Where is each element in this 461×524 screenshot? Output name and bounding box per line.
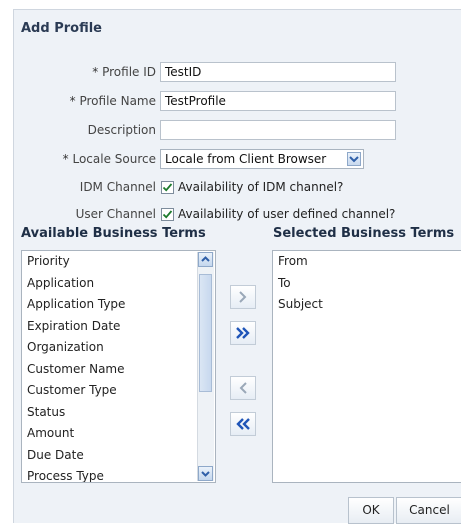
required-mark: * [62, 152, 69, 166]
list-item[interactable]: To [273, 273, 461, 295]
remove-all-button[interactable] [230, 412, 256, 436]
list-item[interactable]: Amount [22, 423, 215, 445]
available-terms-title: Available Business Terms [21, 226, 206, 241]
selected-terms-list[interactable]: From To Subject [272, 250, 461, 483]
user-channel-checkbox-label: Availability of user defined channel? [178, 207, 396, 221]
list-item[interactable]: Application [22, 273, 215, 295]
profile-name-field[interactable]: TestProfile [160, 91, 396, 111]
profile-name-label: * Profile Name [70, 94, 156, 108]
scroll-down-icon[interactable] [198, 466, 213, 481]
chevron-down-icon[interactable] [347, 152, 361, 166]
single-left-chevron-icon [239, 382, 247, 394]
single-right-chevron-icon [239, 291, 247, 303]
user-channel-checkbox[interactable] [161, 208, 174, 221]
user-channel-label: User Channel [75, 207, 156, 221]
move-selected-button[interactable] [230, 285, 256, 309]
locale-source-select[interactable]: Locale from Client Browser [160, 149, 364, 169]
profile-id-label: * Profile ID [92, 65, 156, 79]
profile-name-label-text: Profile Name [79, 94, 156, 108]
idm-channel-checkbox[interactable] [161, 181, 174, 194]
remove-selected-button[interactable] [230, 376, 256, 400]
list-item[interactable]: Due Date [22, 445, 215, 467]
selected-items: From To Subject [273, 251, 461, 316]
list-item[interactable]: Organization [22, 337, 215, 359]
double-left-chevron-icon [236, 418, 250, 430]
dialog-title: Add Profile [21, 21, 102, 36]
checkmark-icon [162, 210, 173, 219]
description-label: Description [87, 123, 156, 137]
list-item[interactable]: Customer Type [22, 380, 215, 402]
required-mark: * [69, 94, 76, 108]
locale-source-value: Locale from Client Browser [165, 152, 327, 166]
dialog-footer: OK Cancel [14, 497, 461, 524]
available-list-scrollbar[interactable] [197, 252, 214, 481]
list-item[interactable]: Expiration Date [22, 316, 215, 338]
locale-source-label: * Locale Source [63, 152, 156, 166]
list-item[interactable]: Status [22, 402, 215, 424]
double-right-chevron-icon [236, 327, 250, 339]
move-all-button[interactable] [230, 321, 256, 345]
idm-channel-checkbox-label: Availability of IDM channel? [178, 180, 344, 194]
scrollbar-thumb[interactable] [199, 274, 212, 392]
description-field[interactable] [160, 120, 396, 140]
selected-terms-title: Selected Business Terms [273, 226, 455, 241]
available-terms-list[interactable]: Priority Application Application Type Expir… [21, 250, 216, 483]
add-profile-dialog: Add Profile * Profile ID TestID * Profil… [13, 9, 461, 524]
ok-button[interactable]: OK [348, 497, 394, 524]
profile-id-field[interactable]: TestID [160, 62, 396, 82]
cancel-button[interactable]: Cancel [396, 497, 461, 524]
scroll-up-icon[interactable] [198, 252, 213, 267]
required-mark: * [92, 65, 99, 79]
locale-source-label-text: Locale Source [72, 152, 156, 166]
list-item[interactable]: Priority [22, 251, 215, 273]
list-item[interactable]: Process Type [22, 466, 215, 482]
list-item[interactable]: Subject [273, 294, 461, 316]
idm-channel-label: IDM Channel [79, 180, 156, 194]
profile-id-label-text: Profile ID [102, 65, 156, 79]
list-item[interactable]: Customer Name [22, 359, 215, 381]
list-item[interactable]: From [273, 251, 461, 273]
list-item[interactable]: Application Type [22, 294, 215, 316]
available-items: Priority Application Application Type Expir… [22, 251, 215, 482]
checkmark-icon [162, 183, 173, 192]
